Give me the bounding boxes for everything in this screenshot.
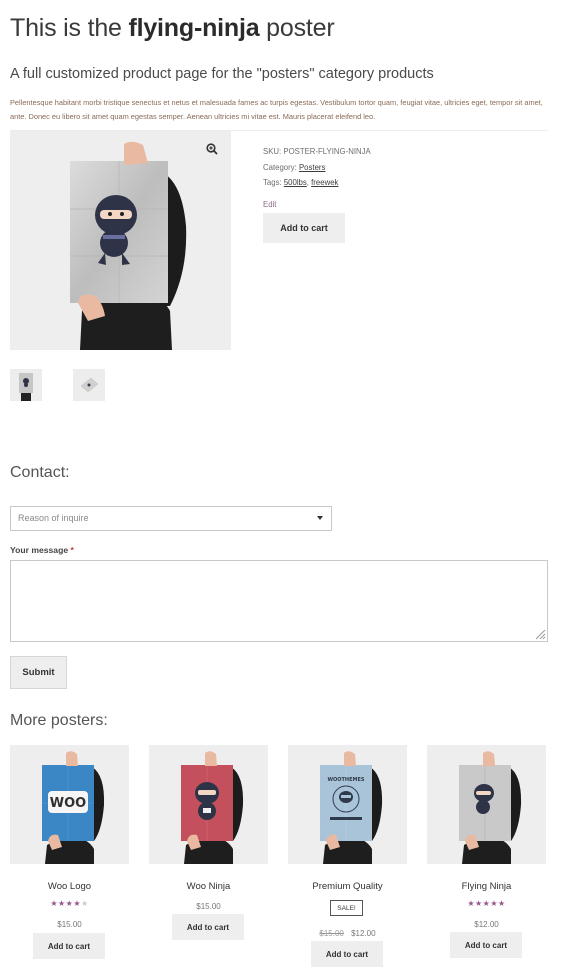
product-card-price: $12.00	[474, 920, 499, 929]
submit-button[interactable]: Submit	[10, 656, 67, 689]
product-card-image[interactable]: WOOTHEMES	[288, 745, 407, 864]
inquiry-reason-select[interactable]: Reason of inquire	[10, 506, 332, 531]
product-meta: SKU: POSTER-FLYING-NINJA Category: Poste…	[263, 144, 371, 191]
page-title: This is the flying-ninja poster	[10, 14, 335, 43]
edit-link[interactable]: Edit	[263, 200, 276, 209]
product-card-price: $15.00 $12.00	[288, 929, 407, 938]
product-main-image[interactable]	[10, 131, 231, 350]
message-label: Your message *	[10, 545, 74, 555]
add-to-cart-button-flying-ninja[interactable]: Add to cart	[450, 932, 522, 958]
product-card-title[interactable]: Woo Ninja	[149, 881, 268, 892]
product-thumbnail-1[interactable]	[10, 369, 42, 401]
tags-row: Tags: 500lbs, freewek	[263, 175, 371, 191]
product-card-price: $15.00	[57, 920, 82, 929]
rating-stars-icon: ★★★★★	[467, 899, 506, 908]
page-subtitle: A full customized product page for the "…	[10, 66, 434, 82]
tag-link-freewek[interactable]: freewek	[311, 178, 338, 187]
product-card-title[interactable]: Woo Logo	[10, 881, 129, 892]
resize-grip-icon[interactable]	[534, 628, 546, 640]
poster-woo-ninja-image	[181, 751, 244, 864]
product-card-woo-ninja: Woo Ninja $15.00 Add to cart	[149, 745, 268, 940]
product-card-woo-logo: WOO Woo Logo ★★★★★ $15.00 Add to cart	[10, 745, 129, 959]
title-suffix: poster	[266, 14, 335, 42]
poster-premium-quality-image: WOOTHEMES	[320, 751, 383, 864]
poster-held-illustration	[70, 141, 187, 350]
more-posters-heading: More posters:	[10, 712, 108, 729]
product-card-price: $15.00	[196, 902, 221, 911]
product-card-image[interactable]	[427, 745, 546, 864]
add-to-cart-button-woo-logo[interactable]: Add to cart	[33, 933, 105, 959]
intro-text: Pellentesque habitant morbi tristique se…	[10, 98, 543, 121]
sku-value: POSTER-FLYING-NINJA	[283, 147, 371, 156]
sku-row: SKU: POSTER-FLYING-NINJA	[263, 144, 371, 160]
product-thumbnail-2[interactable]	[73, 369, 105, 401]
category-link[interactable]: Posters	[299, 163, 325, 172]
sku-label: SKU:	[263, 147, 282, 156]
product-card-title[interactable]: Flying Ninja	[427, 881, 546, 892]
category-row: Category: Posters	[263, 160, 371, 176]
select-placeholder: Reason of inquire	[18, 513, 89, 523]
rating-stars-icon: ★★★★★	[50, 899, 89, 908]
poster-text: WOOTHEMES	[327, 777, 364, 783]
thumbnail-poster-held	[19, 373, 33, 401]
message-label-text: Your message	[10, 545, 69, 555]
category-label: Category:	[263, 162, 297, 172]
product-card-image[interactable]: WOO	[10, 745, 129, 864]
thumbnail-poster-flat	[80, 377, 99, 393]
add-to-cart-button-premium-quality[interactable]: Add to cart	[311, 941, 383, 967]
title-prefix: This is the	[10, 14, 122, 42]
product-card-premium-quality: WOOTHEMES Premium Quality SALE! $15.00 $…	[288, 745, 407, 967]
title-product-name: flying-ninja	[128, 14, 260, 42]
add-to-cart-button-woo-ninja[interactable]: Add to cart	[172, 914, 244, 940]
tags-label: Tags:	[263, 178, 282, 187]
product-card-title[interactable]: Premium Quality	[288, 881, 407, 892]
tag-link-500lbs[interactable]: 500lbs	[284, 178, 307, 187]
sale-price: $12.00	[351, 929, 376, 938]
caret-down-icon	[317, 516, 323, 520]
product-card-flying-ninja: Flying Ninja ★★★★★ $12.00 Add to cart	[427, 745, 546, 958]
add-to-cart-button[interactable]: Add to cart	[263, 213, 345, 243]
sale-badge: SALE!	[330, 900, 363, 916]
old-price: $15.00	[319, 929, 344, 938]
magnifier-plus-icon[interactable]	[206, 143, 218, 155]
product-card-image[interactable]	[149, 745, 268, 864]
required-asterisk: *	[70, 545, 74, 555]
poster-flying-ninja-image	[459, 751, 522, 864]
poster-woo-logo-image: WOO	[42, 751, 105, 864]
tag-separator: ,	[306, 178, 309, 187]
svg-text:WOO: WOO	[50, 796, 86, 811]
message-textarea[interactable]	[10, 560, 548, 642]
contact-heading: Contact:	[10, 464, 70, 481]
